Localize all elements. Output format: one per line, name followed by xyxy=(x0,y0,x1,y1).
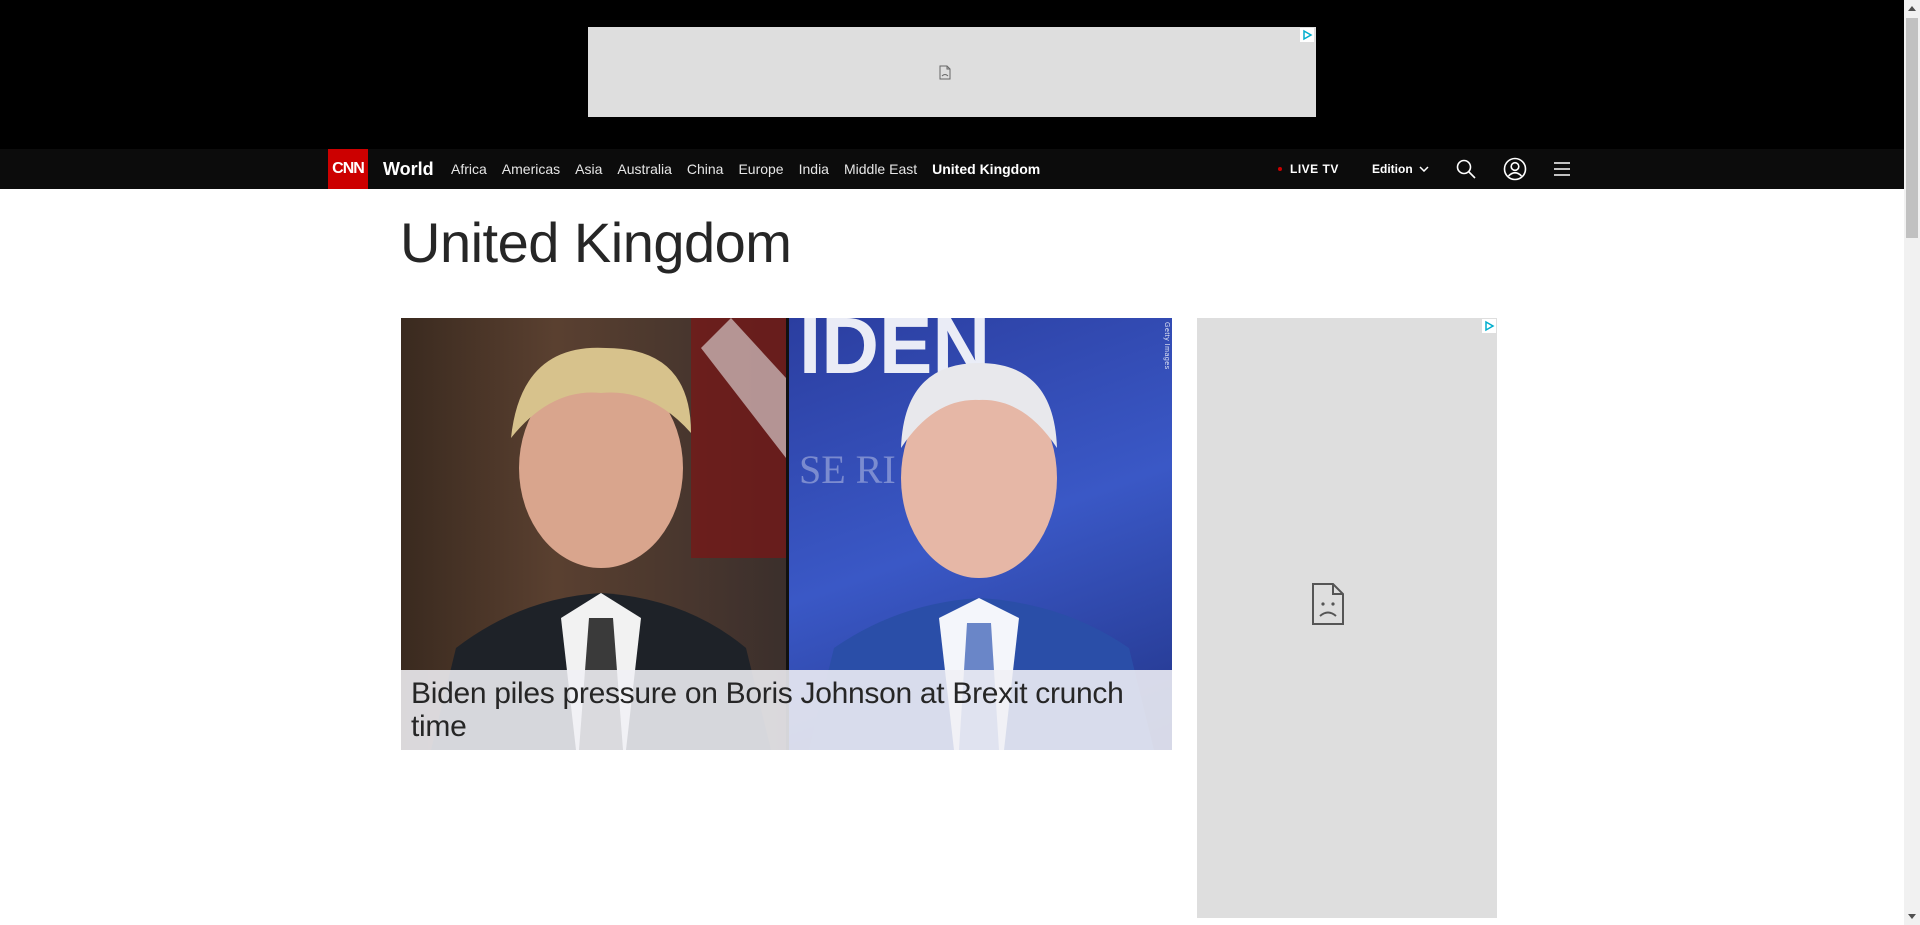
live-tv-label: LIVE TV xyxy=(1290,162,1339,176)
broken-image-icon xyxy=(1312,583,1344,625)
broken-image-icon xyxy=(939,65,951,80)
scroll-down-arrow-icon[interactable] xyxy=(1904,908,1920,925)
cnn-logo[interactable]: CNN xyxy=(328,149,368,189)
nav-link-united-kingdom[interactable]: United Kingdom xyxy=(932,161,1040,177)
live-indicator-dot xyxy=(1278,167,1282,171)
edition-dropdown[interactable]: Edition xyxy=(1372,149,1429,189)
nav-link-americas[interactable]: Americas xyxy=(502,161,560,177)
section-title-world[interactable]: World xyxy=(383,149,434,189)
nav-link-australia[interactable]: Australia xyxy=(617,161,671,177)
scroll-up-arrow-icon[interactable] xyxy=(1904,0,1920,17)
nav-link-africa[interactable]: Africa xyxy=(451,161,487,177)
scroll-thumb[interactable] xyxy=(1906,18,1918,238)
nav-link-asia[interactable]: Asia xyxy=(575,161,602,177)
chevron-down-icon xyxy=(1419,166,1429,172)
live-tv-link[interactable]: LIVE TV xyxy=(1278,149,1339,189)
nav-link-india[interactable]: India xyxy=(799,161,829,177)
adchoices-icon[interactable] xyxy=(1482,319,1496,333)
main-nav: CNN World Africa Americas Asia Australia… xyxy=(0,149,1904,189)
page-title: United Kingdom xyxy=(400,211,792,274)
side-ad-slot[interactable] xyxy=(1197,318,1497,918)
account-icon[interactable] xyxy=(1503,157,1527,181)
nav-link-china[interactable]: China xyxy=(687,161,724,177)
edition-label: Edition xyxy=(1372,162,1413,176)
image-credit: Getty Images xyxy=(1163,322,1170,370)
nav-link-middle-east[interactable]: Middle East xyxy=(844,161,917,177)
top-ad-slot[interactable] xyxy=(588,27,1316,117)
hero-story-card[interactable]: IDEN SE RI Getty Images Biden piles pres… xyxy=(401,318,1172,750)
menu-icon[interactable] xyxy=(1551,158,1573,180)
search-icon[interactable] xyxy=(1455,158,1477,180)
nav-link-europe[interactable]: Europe xyxy=(738,161,783,177)
page-scrollbar[interactable] xyxy=(1904,0,1920,925)
hero-headline[interactable]: Biden piles pressure on Boris Johnson at… xyxy=(401,670,1172,750)
nav-links: Africa Americas Asia Australia China Eur… xyxy=(451,149,1055,189)
adchoices-icon[interactable] xyxy=(1300,28,1314,42)
top-ad-band xyxy=(0,0,1904,149)
svg-text:SE RI: SE RI xyxy=(799,447,896,492)
